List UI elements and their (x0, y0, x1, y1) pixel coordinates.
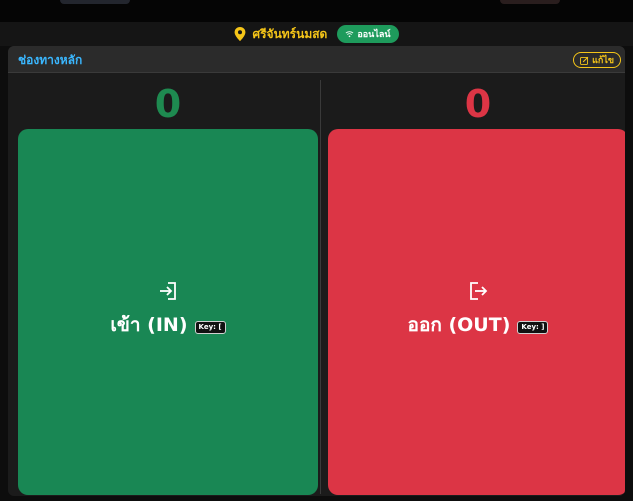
edit-button-label: แก้ไข (592, 56, 614, 66)
online-status-label: ออนไลน์ (357, 30, 391, 40)
sign-in-icon (160, 282, 176, 300)
main-channel-panel: ช่องทางหลัก แก้ไข 0 0 เข้า (IN) Key: [อ… (8, 46, 625, 496)
check-in-key-hint: Key: [ (194, 320, 226, 334)
check-in-label: เข้า (IN) (110, 314, 188, 336)
wifi-icon (345, 31, 354, 38)
top-bar (0, 0, 633, 22)
out-count: 0 (464, 82, 492, 126)
top-bar-decoration (500, 0, 560, 4)
online-status-badge: ออนไลน์ (337, 25, 399, 43)
bottom-edge (0, 496, 633, 501)
status-bar: ศรีจันทร์นมสด ออนไลน์ (0, 22, 633, 46)
store-name: ศรีจันทร์นมสด (252, 26, 328, 41)
column-divider (320, 80, 321, 494)
sign-out-icon (470, 282, 488, 300)
panel-title: ช่องทางหลัก (18, 53, 83, 67)
map-pin-icon (235, 27, 246, 41)
check-in-button[interactable]: เข้า (IN) Key: [ (18, 129, 318, 495)
edit-button[interactable]: แก้ไข (573, 52, 621, 68)
in-count: 0 (154, 82, 182, 126)
top-bar-decoration (60, 0, 130, 4)
check-out-button[interactable]: ออก (OUT) Key: ] (328, 129, 625, 495)
check-out-label: ออก (OUT) (407, 314, 511, 336)
panel-header: ช่องทางหลัก แก้ไข (8, 46, 625, 73)
check-out-key-hint: Key: ] (517, 320, 549, 334)
edit-icon (580, 56, 589, 65)
